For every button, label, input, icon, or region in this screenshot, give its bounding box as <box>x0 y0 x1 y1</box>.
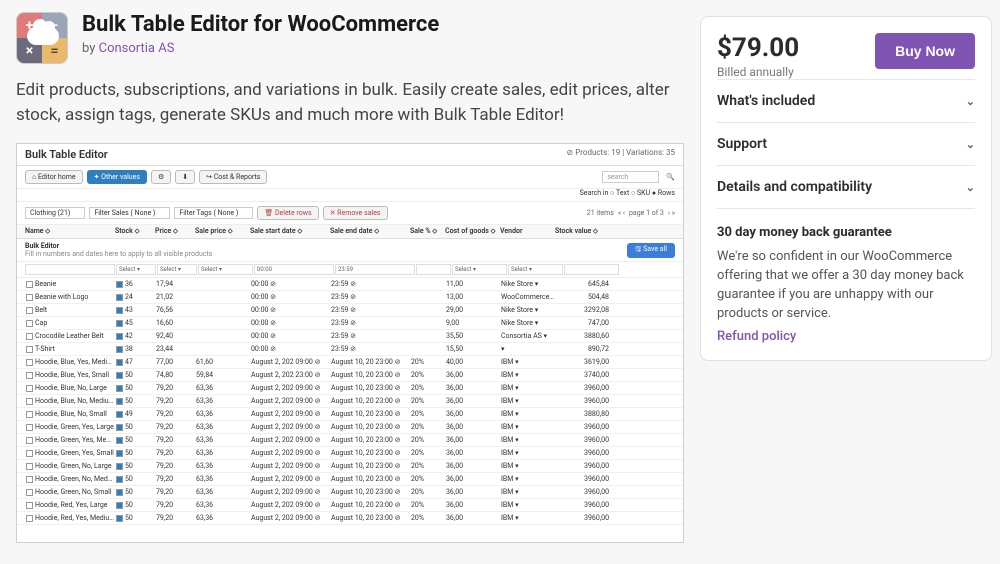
price: $79.00 <box>717 33 799 63</box>
ss-col-header[interactable]: Name ⬦ <box>25 227 115 236</box>
table-row[interactable]: Hoodie, Blue, Yes, Medium4777,0061,60Aug… <box>17 356 683 369</box>
accordion-support[interactable]: Support⌄ <box>717 122 975 165</box>
ss-other-btn[interactable]: ✦ Other values <box>87 170 147 184</box>
guarantee-text: We're so confident in our WooCommerce of… <box>717 248 975 323</box>
ss-download-btn[interactable]: ⬇ <box>175 170 195 184</box>
table-row[interactable]: Hoodie, Blue, No, Medium5079,2063,36Augu… <box>17 395 683 408</box>
purchase-card: $79.00 Billed annually Buy Now What's in… <box>700 16 992 361</box>
table-row[interactable]: Beanie with Logo2421,0200:00 ⊘23:59 ⊘13,… <box>17 291 683 304</box>
chevron-down-icon: ⌄ <box>966 138 975 151</box>
ss-save-all-btn[interactable]: 🖫 Save all <box>627 243 675 258</box>
guarantee-title: 30 day money back guarantee <box>717 225 975 240</box>
ss-filter-tags[interactable]: Filter Tags ( None ) <box>174 207 253 219</box>
table-row[interactable]: Hoodie, Red, Yes, Large5079,2063,36Augus… <box>17 499 683 512</box>
ss-col-header[interactable]: Sale end date ⬦ <box>330 227 410 236</box>
table-row[interactable]: Hoodie, Blue, No, Small4979,2063,36Augus… <box>17 408 683 421</box>
ss-remove-btn[interactable]: ✕ Remove sales <box>323 206 388 220</box>
description: Edit products, subscriptions, and variat… <box>16 78 684 127</box>
ss-cat-select[interactable]: Clothing (21) <box>25 207 85 219</box>
ss-col-header[interactable]: Price ⬦ <box>155 227 195 236</box>
buy-now-button[interactable]: Buy Now <box>875 33 975 69</box>
table-row[interactable]: Hoodie, Green, No, Small5079,2063,36Augu… <box>17 486 683 499</box>
product-screenshot: Bulk Table Editor ⊘ Products: 19 | Varia… <box>16 143 684 543</box>
table-row[interactable]: Hoodie, Green, Yes, Large5079,2063,36Aug… <box>17 421 683 434</box>
vendor-link[interactable]: Consortia AS <box>99 41 175 56</box>
table-row[interactable]: T-Shirt3823,4400:00 ⊘23:59 ⊘15,50 ▾890,7… <box>17 343 683 356</box>
ss-table-header: Name ⬦Stock ⬦Price ⬦Sale price ⬦Sale sta… <box>17 225 683 239</box>
byline: by Consortia AS <box>82 41 439 56</box>
table-row[interactable]: Hoodie, Red, Yes, Medium5079,2063,36Augu… <box>17 512 683 525</box>
chevron-down-icon: ⌄ <box>966 181 975 194</box>
ss-title: Bulk Table Editor <box>25 148 108 161</box>
accordion-details[interactable]: Details and compatibility⌄ <box>717 165 975 208</box>
ss-delete-btn[interactable]: 🗑 Delete rows <box>257 206 318 220</box>
table-row[interactable]: Hoodie, Blue, Yes, Small5074,8059,84Augu… <box>17 369 683 382</box>
refund-policy-link[interactable]: Refund policy <box>717 329 796 344</box>
ss-filter-sales[interactable]: Filter Sales ( None ) <box>89 207 170 219</box>
ss-cost-btn[interactable]: ↪ Cost & Reports <box>199 170 267 184</box>
table-row[interactable]: Hoodie, Green, No, Large5079,2063,36Augu… <box>17 460 683 473</box>
ss-col-header[interactable]: Sale start date ⬦ <box>250 227 330 236</box>
ss-col-header[interactable]: Vendor <box>500 227 555 236</box>
ss-search-in[interactable]: Search in ○ Text ○ SKU ● Rows <box>580 189 675 197</box>
table-row[interactable]: Crocodile Leather Belt4292,4000:00 ⊘23:5… <box>17 330 683 343</box>
accordion-whats-included[interactable]: What's included⌄ <box>717 79 975 122</box>
page-title: Bulk Table Editor for WooCommerce <box>82 12 439 37</box>
table-row[interactable]: Beanie3617,9400:00 ⊘23:59 ⊘11,00Nike Sto… <box>17 278 683 291</box>
table-row[interactable]: Hoodie, Blue, No, Large5079,2063,36Augus… <box>17 382 683 395</box>
table-row[interactable]: Hoodie, Green, No, Medium5079,2063,36Aug… <box>17 473 683 486</box>
chevron-down-icon: ⌄ <box>966 95 975 108</box>
table-row[interactable]: Cap4516,6000:00 ⊘23:59 ⊘9,00Nike Store ▾… <box>17 317 683 330</box>
ss-filter-row[interactable]: Select ▾Select ▾Select ▾00:0023:59Select… <box>17 262 683 278</box>
ss-col-header[interactable]: Stock value ⬦ <box>555 227 610 236</box>
ss-col-header[interactable]: Stock ⬦ <box>115 227 155 236</box>
billing-period: Billed annually <box>717 65 799 79</box>
ss-col-header[interactable]: Sale % ⬦ <box>410 227 445 236</box>
ss-col-header[interactable]: Cost of goods ⬦ <box>445 227 500 236</box>
table-row[interactable]: Hoodie, Green, Yes, Medium5079,2063,36Au… <box>17 434 683 447</box>
ss-gear-btn[interactable]: ⚙ <box>151 170 171 184</box>
app-icon: +− ×= <box>16 12 68 64</box>
ss-col-header[interactable]: Sale price ⬦ <box>195 227 250 236</box>
table-row[interactable]: Belt4376,5600:00 ⊘23:59 ⊘29,00Nike Store… <box>17 304 683 317</box>
table-row[interactable]: Hoodie, Green, Yes, Small5079,2063,36Aug… <box>17 447 683 460</box>
ss-search-input[interactable]: search <box>602 171 659 183</box>
ss-meta: ⊘ Products: 19 | Variations: 35 <box>567 148 675 161</box>
ss-home-btn[interactable]: ⌂ Editor home <box>25 170 83 184</box>
